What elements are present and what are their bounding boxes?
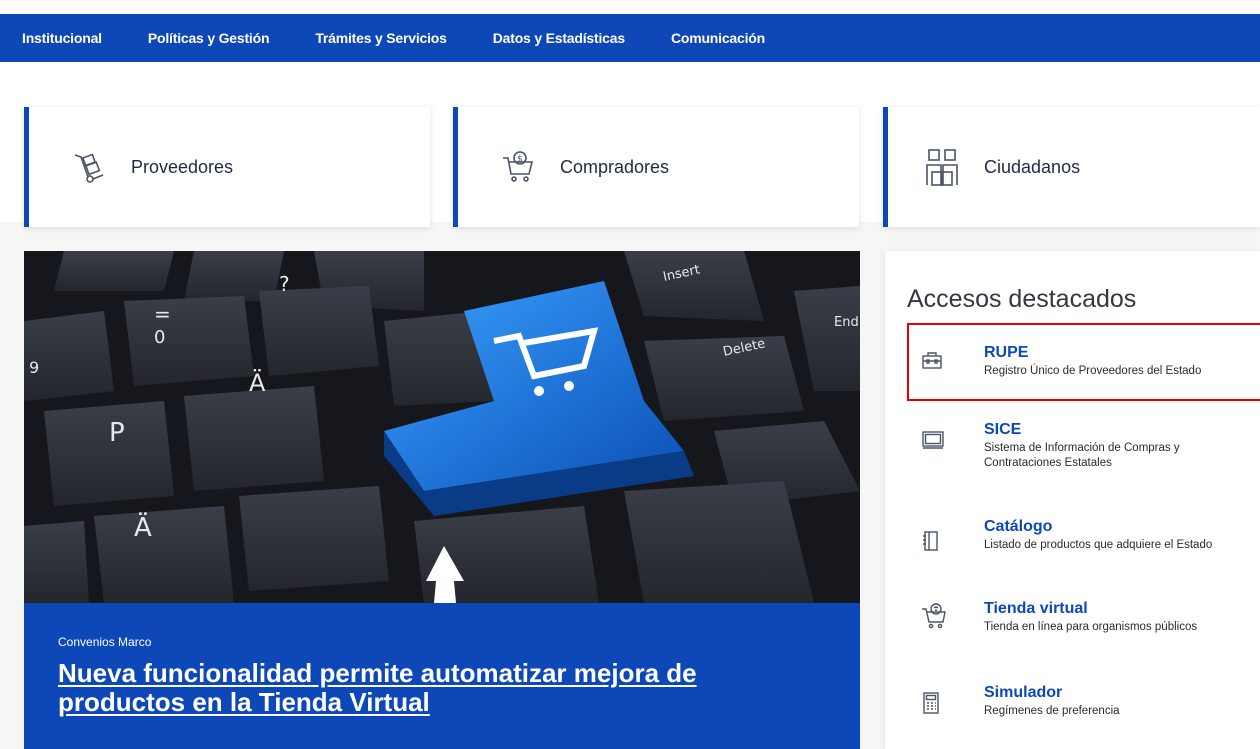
nav-tramites-servicios[interactable]: Trámites y Servicios [315, 30, 447, 46]
access-title: Simulador [984, 684, 1063, 701]
top-strip [0, 0, 1260, 14]
shopping-cart-money-icon: $ [498, 147, 538, 187]
panel-title: Accesos destacados [907, 285, 1137, 313]
access-desc: Regímenes de preferencia [984, 705, 1120, 717]
role-card-compradores[interactable]: $ Compradores [453, 107, 859, 227]
access-desc: Sistema de Información de Compras y Cont… [984, 442, 1180, 469]
nav-datos-estadisticas[interactable]: Datos y Estadísticas [493, 30, 625, 46]
access-title: SICE [984, 421, 1022, 438]
nav-institucional[interactable]: Institucional [22, 30, 102, 46]
access-item-catalogo[interactable]: Catálogo Listado de productos que adquie… [885, 518, 1260, 570]
nav-politicas-gestion[interactable]: Políticas y Gestión [148, 30, 270, 46]
key-label: = [154, 302, 171, 326]
book-icon [921, 530, 949, 558]
main-nav: Institucional Políticas y Gestión Trámit… [0, 14, 1260, 62]
access-desc: Tienda en línea para organismos públicos [984, 621, 1198, 633]
role-label: Compradores [560, 156, 670, 177]
access-title: Catálogo [984, 518, 1053, 535]
hero-banner[interactable]: Insert Delete End P Ä Ä ? = 0 9 Convenio… [24, 251, 860, 749]
role-label: Proveedores [131, 156, 234, 177]
access-desc: Listado de productos que adquiere el Est… [984, 539, 1213, 551]
hand-truck-icon [69, 147, 109, 187]
svg-text:$: $ [517, 155, 523, 165]
access-item-simulador[interactable]: Simulador Regímenes de preferencia [885, 684, 1260, 736]
hero-kicker: Convenios Marco [58, 635, 152, 649]
key-label: Ä [134, 511, 152, 543]
highlight-box [907, 323, 1260, 401]
people-icon [922, 147, 962, 187]
key-label: Ä [249, 368, 266, 397]
key-label: 9 [29, 358, 39, 377]
role-card-proveedores[interactable]: Proveedores [24, 107, 430, 227]
role-label: Ciudadanos [984, 156, 1081, 177]
keyboard-image: Insert Delete End P Ä Ä ? = 0 9 [24, 251, 860, 603]
key-label: 0 [154, 327, 165, 348]
calculator-icon [921, 691, 949, 719]
access-item-tienda-virtual[interactable]: Tienda virtual Tienda en línea para orga… [885, 600, 1260, 652]
access-title: Tienda virtual [984, 600, 1088, 617]
hero-title-link[interactable]: Nueva funcionalidad permite automatizar … [58, 659, 826, 717]
hero-caption: Convenios Marco Nueva funcionalidad perm… [24, 603, 860, 749]
key-label: End [834, 315, 859, 330]
monitor-icon [921, 429, 949, 457]
key-label: P [109, 418, 125, 448]
access-item-sice[interactable]: SICE Sistema de Información de Compras y… [885, 421, 1260, 483]
key-label: ? [279, 272, 290, 296]
role-card-ciudadanos[interactable]: Ciudadanos [883, 107, 1260, 227]
cart-icon [921, 602, 949, 630]
nav-comunicacion[interactable]: Comunicación [671, 30, 765, 46]
